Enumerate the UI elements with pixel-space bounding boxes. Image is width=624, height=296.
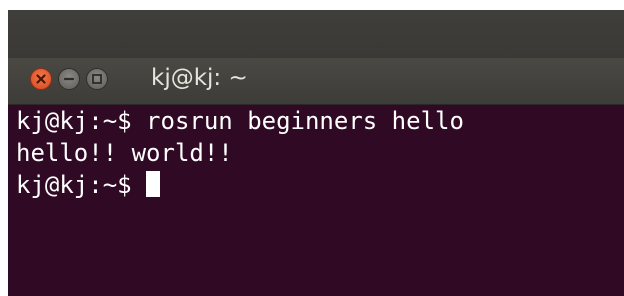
window-top-bar <box>8 10 624 58</box>
close-icon <box>36 74 46 84</box>
terminal-output[interactable]: kj@kj:~$ rosrun beginners hello hello!! … <box>8 105 624 296</box>
window-title: kj@kj: ~ <box>151 65 248 91</box>
terminal-line-output: hello!! world!! <box>16 139 233 167</box>
terminal-line-command: kj@kj:~$ rosrun beginners hello <box>16 107 464 135</box>
minimize-button[interactable] <box>58 68 80 90</box>
close-button[interactable] <box>30 68 52 90</box>
terminal-line-prompt: kj@kj:~$ <box>16 169 624 201</box>
maximize-button[interactable] <box>86 68 108 90</box>
maximize-icon <box>92 74 102 84</box>
terminal-window: kj@kj: ~ kj@kj:~$ rosrun beginners hello… <box>8 10 624 296</box>
text-cursor <box>145 171 160 197</box>
title-bar[interactable]: kj@kj: ~ <box>8 58 624 105</box>
minimize-icon <box>63 77 75 81</box>
prompt: kj@kj:~$ <box>16 171 132 199</box>
